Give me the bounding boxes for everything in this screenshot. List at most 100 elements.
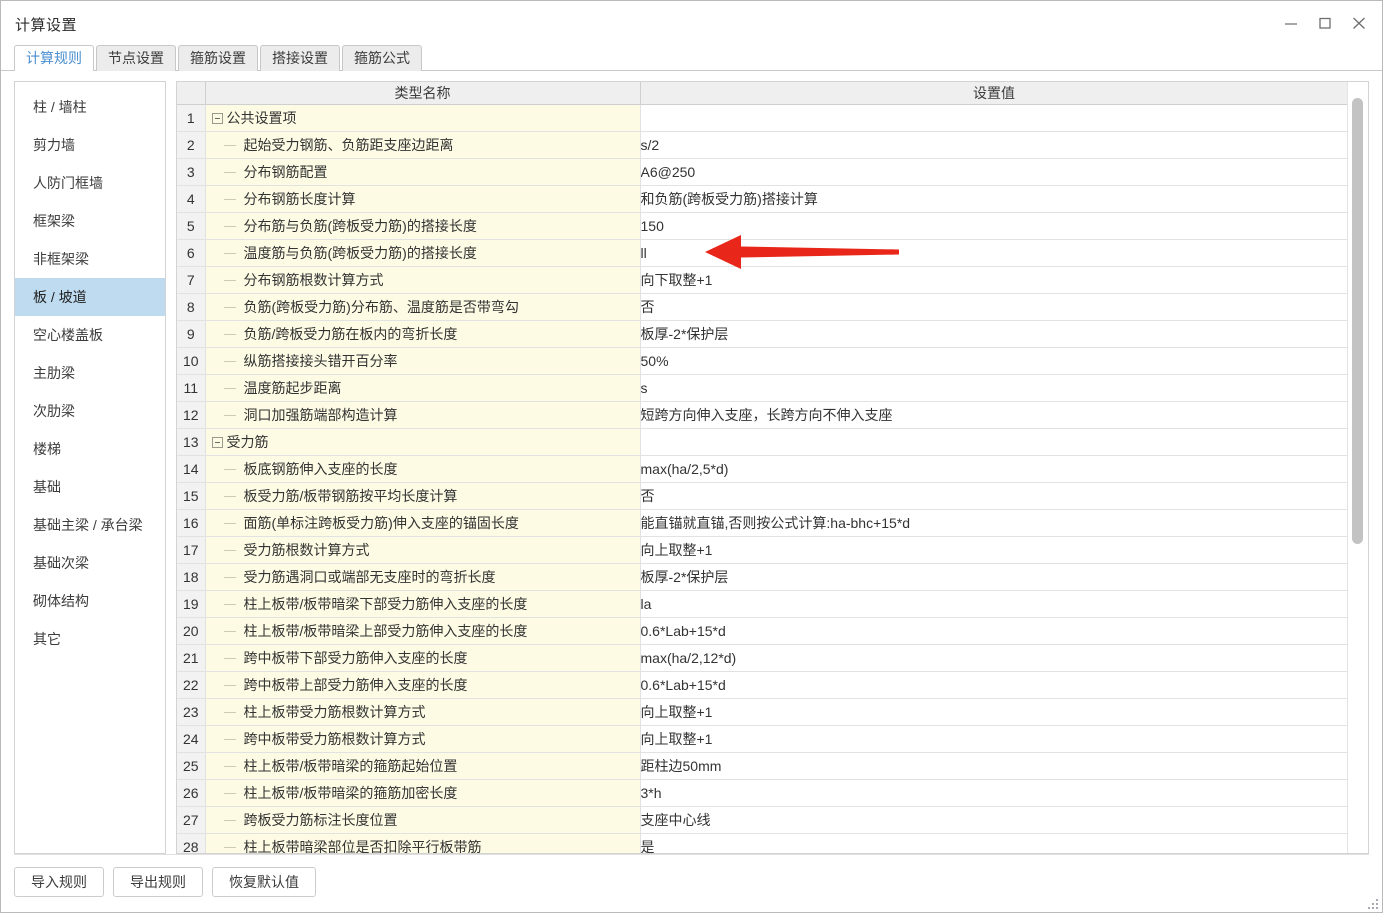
type-name-cell[interactable]: 板底钢筋伸入支座的长度 <box>205 455 641 483</box>
table-row[interactable]: 22 跨中板带上部受力筋伸入支座的长度 0.6*Lab+15*d <box>177 671 1348 699</box>
sidebar-item-0[interactable]: 柱 / 墙柱 <box>15 88 165 126</box>
collapse-minus-icon[interactable] <box>211 436 223 448</box>
type-name-cell[interactable]: 公共设置项 <box>205 104 641 132</box>
setting-value-cell[interactable]: 和负筋(跨板受力筋)搭接计算 <box>640 185 1348 213</box>
sidebar-item-14[interactable]: 其它 <box>15 620 165 658</box>
type-name-cell[interactable]: 负筋(跨板受力筋)分布筋、温度筋是否带弯勾 <box>205 293 641 321</box>
sidebar-item-6[interactable]: 空心楼盖板 <box>15 316 165 354</box>
table-row[interactable]: 27 跨板受力筋标注长度位置 支座中心线 <box>177 806 1348 834</box>
type-name-cell[interactable]: 跨中板带受力筋根数计算方式 <box>205 725 641 753</box>
type-name-cell[interactable]: 分布钢筋配置 <box>205 158 641 186</box>
table-row[interactable]: 4 分布钢筋长度计算 和负筋(跨板受力筋)搭接计算 <box>177 185 1348 213</box>
sidebar-item-8[interactable]: 次肋梁 <box>15 392 165 430</box>
table-row[interactable]: 20 柱上板带/板带暗梁上部受力筋伸入支座的长度 0.6*Lab+15*d <box>177 617 1348 645</box>
setting-value-cell[interactable]: A6@250 <box>640 158 1348 186</box>
setting-value-cell[interactable]: 向上取整+1 <box>640 698 1348 726</box>
type-name-cell[interactable]: 柱上板带/板带暗梁的箍筋加密长度 <box>205 779 641 807</box>
sidebar-item-4[interactable]: 非框架梁 <box>15 240 165 278</box>
column-header-setting-value[interactable]: 设置值 <box>640 82 1348 105</box>
export-rules-button[interactable]: 导出规则 <box>113 867 203 897</box>
setting-value-cell[interactable]: max(ha/2,12*d) <box>640 644 1348 672</box>
resize-grip-icon[interactable] <box>1365 896 1378 909</box>
table-row[interactable]: 8 负筋(跨板受力筋)分布筋、温度筋是否带弯勾 否 <box>177 293 1348 321</box>
tab-3[interactable]: 搭接设置 <box>260 45 340 71</box>
column-header-index[interactable] <box>177 82 206 105</box>
table-row[interactable]: 23 柱上板带受力筋根数计算方式 向上取整+1 <box>177 698 1348 726</box>
collapse-minus-icon[interactable] <box>211 112 223 124</box>
maximize-button[interactable] <box>1310 9 1340 37</box>
setting-value-cell[interactable]: 0.6*Lab+15*d <box>640 671 1348 699</box>
tab-0[interactable]: 计算规则 <box>14 45 94 72</box>
type-name-cell[interactable]: 柱上板带受力筋根数计算方式 <box>205 698 641 726</box>
table-row[interactable]: 1 公共设置项 <box>177 104 1348 132</box>
setting-value-cell[interactable] <box>640 104 1348 132</box>
sidebar-item-7[interactable]: 主肋梁 <box>15 354 165 392</box>
type-name-cell[interactable]: 跨中板带上部受力筋伸入支座的长度 <box>205 671 641 699</box>
table-row[interactable]: 26 柱上板带/板带暗梁的箍筋加密长度 3*h <box>177 779 1348 807</box>
sidebar-item-9[interactable]: 楼梯 <box>15 430 165 468</box>
type-name-cell[interactable]: 柱上板带/板带暗梁下部受力筋伸入支座的长度 <box>205 590 641 618</box>
minimize-button[interactable] <box>1276 9 1306 37</box>
table-row[interactable]: 19 柱上板带/板带暗梁下部受力筋伸入支座的长度 la <box>177 590 1348 618</box>
tab-2[interactable]: 箍筋设置 <box>178 45 258 71</box>
type-name-cell[interactable]: 洞口加强筋端部构造计算 <box>205 401 641 429</box>
table-row[interactable]: 12 洞口加强筋端部构造计算 短跨方向伸入支座，长跨方向不伸入支座 <box>177 401 1348 429</box>
setting-value-cell[interactable]: 向上取整+1 <box>640 725 1348 753</box>
table-row[interactable]: 10 纵筋搭接接头错开百分率 50% <box>177 347 1348 375</box>
type-name-cell[interactable]: 受力筋 <box>205 428 641 456</box>
table-row[interactable]: 13 受力筋 <box>177 428 1348 456</box>
setting-value-cell[interactable]: s/2 <box>640 131 1348 159</box>
table-row[interactable]: 15 板受力筋/板带钢筋按平均长度计算 否 <box>177 482 1348 510</box>
sidebar-item-5[interactable]: 板 / 坡道 <box>15 278 165 316</box>
table-row[interactable]: 5 分布筋与负筋(跨板受力筋)的搭接长度 150 <box>177 212 1348 240</box>
sidebar-item-2[interactable]: 人防门框墙 <box>15 164 165 202</box>
setting-value-cell[interactable]: la <box>640 590 1348 618</box>
setting-value-cell[interactable]: 150 <box>640 212 1348 240</box>
table-row[interactable]: 25 柱上板带/板带暗梁的箍筋起始位置 距柱边50mm <box>177 752 1348 780</box>
type-name-cell[interactable]: 分布钢筋长度计算 <box>205 185 641 213</box>
setting-value-cell[interactable]: max(ha/2,5*d) <box>640 455 1348 483</box>
setting-value-cell[interactable]: 板厚-2*保护层 <box>640 563 1348 591</box>
tab-1[interactable]: 节点设置 <box>96 45 176 71</box>
table-row[interactable]: 14 板底钢筋伸入支座的长度 max(ha/2,5*d) <box>177 455 1348 483</box>
type-name-cell[interactable]: 柱上板带暗梁部位是否扣除平行板带筋 <box>205 833 641 853</box>
type-name-cell[interactable]: 起始受力钢筋、负筋距支座边距离 <box>205 131 641 159</box>
setting-value-cell[interactable]: 短跨方向伸入支座，长跨方向不伸入支座 <box>640 401 1348 429</box>
table-row[interactable]: 18 受力筋遇洞口或端部无支座时的弯折长度 板厚-2*保护层 <box>177 563 1348 591</box>
table-row[interactable]: 7 分布钢筋根数计算方式 向下取整+1 <box>177 266 1348 294</box>
table-row[interactable]: 2 起始受力钢筋、负筋距支座边距离 s/2 <box>177 131 1348 159</box>
type-name-cell[interactable]: 柱上板带/板带暗梁上部受力筋伸入支座的长度 <box>205 617 641 645</box>
tab-4[interactable]: 箍筋公式 <box>342 45 422 71</box>
vertical-scrollbar-thumb[interactable] <box>1352 98 1363 544</box>
vertical-scrollbar[interactable] <box>1347 82 1368 853</box>
type-name-cell[interactable]: 板受力筋/板带钢筋按平均长度计算 <box>205 482 641 510</box>
setting-value-cell[interactable]: 能直锚就直锚,否则按公式计算:ha-bhc+15*d <box>640 509 1348 537</box>
sidebar-item-11[interactable]: 基础主梁 / 承台梁 <box>15 506 165 544</box>
setting-value-cell[interactable]: 否 <box>640 293 1348 321</box>
type-name-cell[interactable]: 受力筋根数计算方式 <box>205 536 641 564</box>
table-row[interactable]: 21 跨中板带下部受力筋伸入支座的长度 max(ha/2,12*d) <box>177 644 1348 672</box>
setting-value-cell[interactable]: 距柱边50mm <box>640 752 1348 780</box>
type-name-cell[interactable]: 面筋(单标注跨板受力筋)伸入支座的锚固长度 <box>205 509 641 537</box>
sidebar-item-1[interactable]: 剪力墙 <box>15 126 165 164</box>
close-button[interactable] <box>1344 9 1374 37</box>
table-row[interactable]: 16 面筋(单标注跨板受力筋)伸入支座的锚固长度 能直锚就直锚,否则按公式计算:ha… <box>177 509 1348 537</box>
table-row[interactable]: 17 受力筋根数计算方式 向上取整+1 <box>177 536 1348 564</box>
type-name-cell[interactable]: 分布钢筋根数计算方式 <box>205 266 641 294</box>
setting-value-cell[interactable]: s <box>640 374 1348 402</box>
type-name-cell[interactable]: 纵筋搭接接头错开百分率 <box>205 347 641 375</box>
sidebar-item-13[interactable]: 砌体结构 <box>15 582 165 620</box>
table-row[interactable]: 6 温度筋与负筋(跨板受力筋)的搭接长度 ll <box>177 239 1348 267</box>
type-name-cell[interactable]: 分布筋与负筋(跨板受力筋)的搭接长度 <box>205 212 641 240</box>
type-name-cell[interactable]: 负筋/跨板受力筋在板内的弯折长度 <box>205 320 641 348</box>
setting-value-cell[interactable]: 是 <box>640 833 1348 853</box>
sidebar-item-12[interactable]: 基础次梁 <box>15 544 165 582</box>
type-name-cell[interactable]: 跨中板带下部受力筋伸入支座的长度 <box>205 644 641 672</box>
column-header-type-name[interactable]: 类型名称 <box>205 82 641 105</box>
sidebar-item-10[interactable]: 基础 <box>15 468 165 506</box>
setting-value-cell[interactable]: 否 <box>640 482 1348 510</box>
setting-value-cell[interactable]: 支座中心线 <box>640 806 1348 834</box>
setting-value-cell[interactable]: 向上取整+1 <box>640 536 1348 564</box>
table-row[interactable]: 11 温度筋起步距离 s <box>177 374 1348 402</box>
setting-value-cell[interactable]: 板厚-2*保护层 <box>640 320 1348 348</box>
